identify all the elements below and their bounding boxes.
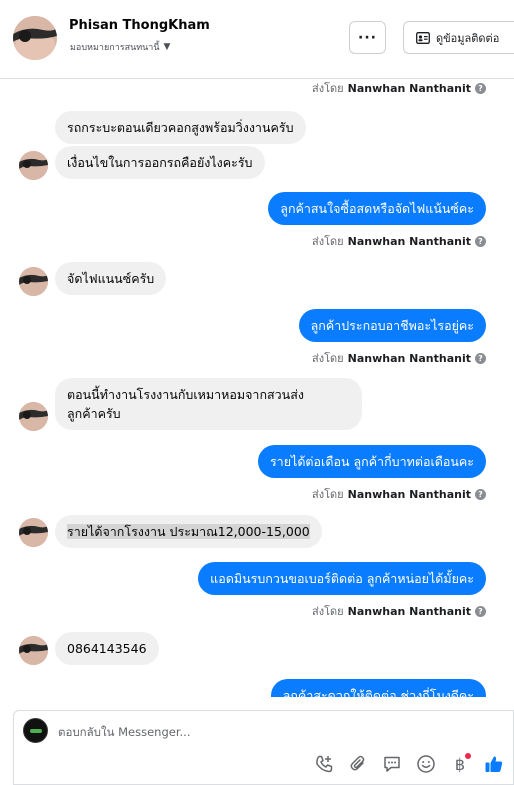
sent-by-prefix: ส่งโดย	[312, 488, 344, 501]
sent-by-prefix: ส่งโดย	[312, 352, 344, 365]
contact-card-icon	[416, 31, 430, 44]
reply-composer: ตอบกลับใน Messenger... ฿	[13, 710, 514, 785]
sent-by-prefix: ส่งโดย	[312, 235, 344, 248]
add-call-icon[interactable]	[313, 753, 335, 775]
customer-avatar-small	[19, 151, 48, 180]
selected-text: รายได้จากโรงงาน ประมาณ12,000-15,000	[67, 524, 310, 539]
baht-icon[interactable]: ฿	[449, 753, 471, 775]
info-icon[interactable]: ?	[475, 352, 486, 364]
incoming-message[interactable]: รายได้จากโรงงาน ประมาณ12,000-15,000	[55, 515, 322, 548]
outgoing-message[interactable]: ลูกค้าสนใจซื้อสดหรือจัดไฟแน้นซ์คะ	[268, 192, 486, 225]
incoming-message[interactable]: ตอนนี้ทำงานโรงงานกับเหมาหอมจากสวนส่ง ลูก…	[55, 378, 362, 430]
sent-by-prefix: ส่งโดย	[312, 82, 344, 95]
page-logo	[23, 718, 48, 743]
sent-by-line: ส่งโดย Nanwhan Nanthanit ?	[312, 602, 486, 620]
sent-by-line: ส่งโดย Nanwhan Nanthanit ?	[312, 349, 486, 367]
sent-by-author: Nanwhan Nanthanit	[347, 487, 471, 501]
sent-by-author: Nanwhan Nanthanit	[347, 604, 471, 618]
incoming-message[interactable]: เงื่อนไขในการออกรถคือยังไงคะรับ	[55, 146, 265, 179]
sent-by-line: ส่งโดย Nanwhan Nanthanit ?	[312, 79, 486, 97]
sent-by-author: Nanwhan Nanthanit	[347, 234, 471, 248]
customer-avatar-small	[19, 636, 48, 665]
info-icon[interactable]: ?	[475, 235, 486, 247]
sent-by-line: ส่งโดย Nanwhan Nanthanit ?	[312, 485, 486, 503]
incoming-message[interactable]: 0864143546	[55, 632, 159, 665]
reply-input[interactable]: ตอบกลับใน Messenger...	[58, 724, 190, 742]
thumbs-up-icon[interactable]	[483, 753, 505, 775]
customer-avatar-small	[19, 267, 48, 296]
notification-dot	[465, 753, 471, 759]
customer-avatar-small	[19, 518, 48, 547]
outgoing-message[interactable]: ลูกค้าสะดวกให้ติดต่อ ช่วงกี่โมงดีคะ	[270, 679, 486, 697]
outgoing-message[interactable]: แอดมินรบกวนขอเบอร์ติดต่อ ลูกค้าหน่อยได้ม…	[198, 562, 486, 595]
sent-by-author: Nanwhan Nanthanit	[347, 81, 471, 95]
info-icon[interactable]: ?	[475, 488, 486, 500]
customer-avatar-small	[19, 402, 48, 431]
more-options-button[interactable]: ···	[349, 21, 386, 54]
customer-name: Phisan ThongKham	[69, 18, 210, 33]
sent-by-author: Nanwhan Nanthanit	[347, 351, 471, 365]
info-icon[interactable]: ?	[475, 82, 486, 94]
message-thread[interactable]: ส่งโดย Nanwhan Nanthanit ? รถกระบะตอนเดี…	[0, 79, 514, 697]
view-contact-button[interactable]: ดูข้อมูลติดต่อ	[403, 21, 514, 54]
assign-conversation[interactable]: มอบหมายการสนทนานี้ ▼	[70, 40, 170, 54]
outgoing-message[interactable]: รายได้ต่อเดือน ลูกค้ากี่บาทต่อเดือนคะ	[257, 445, 486, 478]
conversation-header: Phisan ThongKham มอบหมายการสนทนานี้ ▼ ··…	[0, 0, 514, 79]
incoming-message[interactable]: จัดไฟแนนซ์ครับ	[55, 262, 167, 295]
assign-label: มอบหมายการสนทนานี้	[70, 43, 160, 53]
sent-by-line: ส่งโดย Nanwhan Nanthanit ?	[312, 232, 486, 250]
saved-reply-icon[interactable]	[381, 753, 403, 775]
view-contact-label: ดูข้อมูลติดต่อ	[436, 31, 500, 45]
sent-by-prefix: ส่งโดย	[312, 605, 344, 618]
incoming-message[interactable]: รถกระบะตอนเดียวคอกสูงพร้อมวิ่งงานครับ	[55, 111, 306, 144]
composer-toolbar: ฿	[313, 753, 505, 775]
caret-down-icon: ▼	[163, 42, 171, 52]
message-line: ตอนนี้ทำงานโรงงานกับเหมาหอมจากสวนส่ง	[67, 387, 304, 402]
info-icon[interactable]: ?	[475, 605, 486, 617]
outgoing-message[interactable]: ลูกค้าประกอบอาชีพอะไรอยู่คะ	[298, 309, 486, 342]
emoji-icon[interactable]	[415, 753, 437, 775]
more-icon: ···	[358, 29, 377, 46]
customer-avatar[interactable]	[13, 16, 57, 60]
message-line: ลูกค้าครับ	[67, 406, 121, 421]
attach-icon[interactable]	[347, 753, 369, 775]
